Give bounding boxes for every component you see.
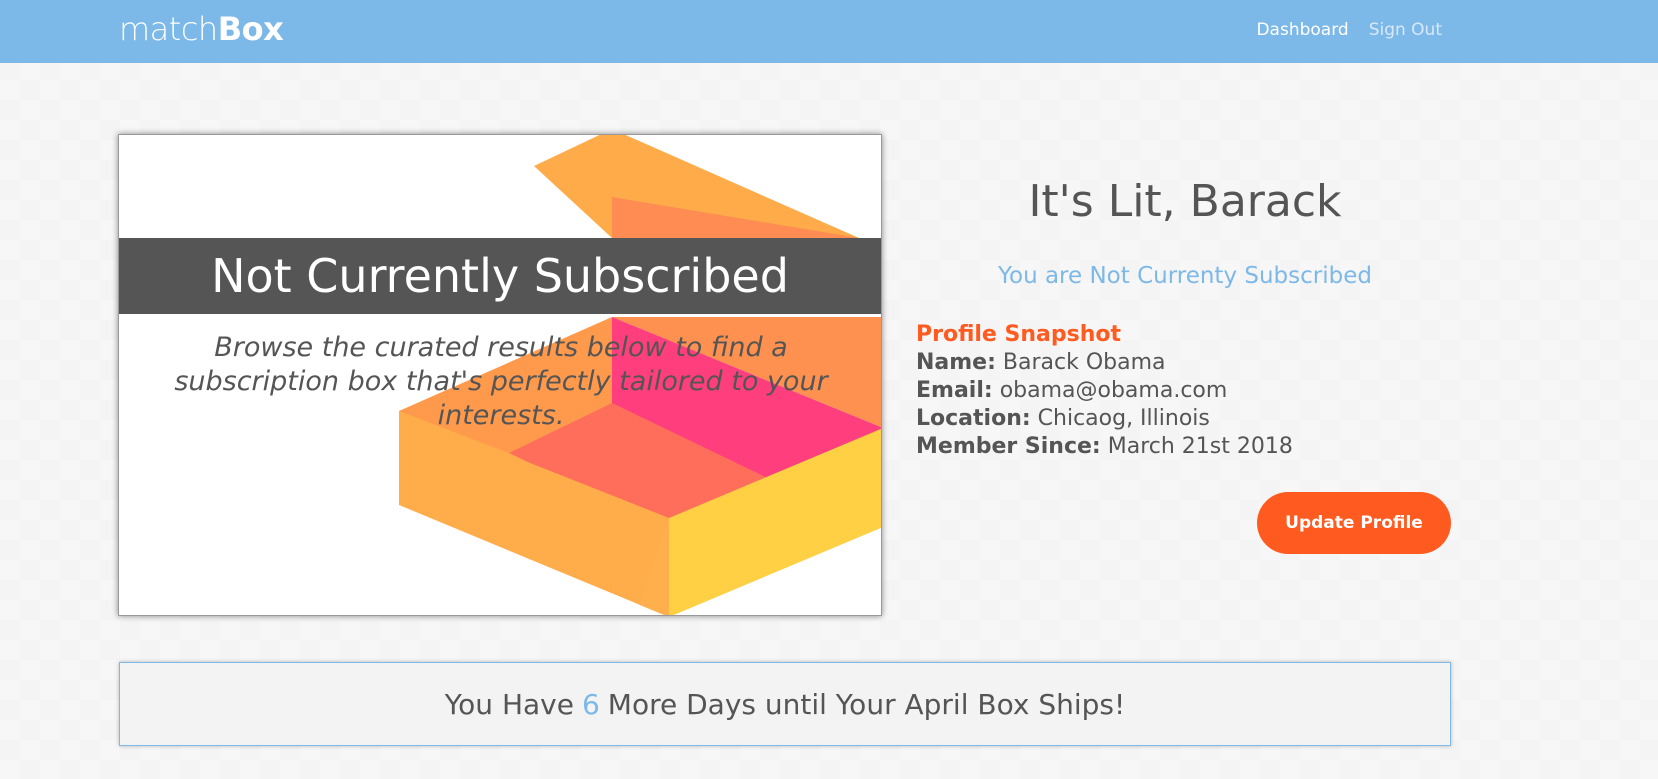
status-band-title: Not Currently Subscribed bbox=[211, 249, 789, 303]
profile-email-value: obama@obama.com bbox=[999, 378, 1228, 403]
brand-logo-bold: Box bbox=[217, 10, 284, 48]
status-band: Not Currently Subscribed bbox=[119, 238, 881, 314]
nav-sign-out-link[interactable]: Sign Out bbox=[1369, 20, 1442, 40]
profile-snapshot: Profile Snapshot Name: Barack Obama Emai… bbox=[916, 321, 1293, 461]
profile-snapshot-title: Profile Snapshot bbox=[916, 322, 1122, 347]
subscription-status-text: You are Not Currenty Subscribed bbox=[998, 263, 1372, 289]
nav-links: Dashboard Sign Out bbox=[1256, 20, 1442, 40]
profile-name-label: Name: bbox=[916, 350, 996, 375]
subscription-hero-card: Not Currently Subscribed Browse the cura… bbox=[118, 134, 882, 616]
profile-name-row: Name: Barack Obama bbox=[916, 349, 1293, 377]
countdown-prefix: You Have bbox=[444, 687, 574, 721]
brand-logo[interactable]: matchBox bbox=[119, 10, 284, 48]
profile-email-row: Email: obama@obama.com bbox=[916, 377, 1293, 405]
greeting-heading: It's Lit, Barack bbox=[1028, 176, 1342, 227]
profile-location-row: Location: Chicaog, Illinois bbox=[916, 405, 1293, 433]
profile-email-label: Email: bbox=[916, 378, 993, 403]
countdown-days: 6 bbox=[581, 687, 600, 721]
profile-location-value: Chicaog, Illinois bbox=[1037, 406, 1210, 431]
profile-location-label: Location: bbox=[916, 406, 1031, 431]
update-profile-button[interactable]: Update Profile bbox=[1257, 492, 1451, 554]
shipping-countdown-banner: You Have 6 More Days until Your April Bo… bbox=[119, 662, 1451, 746]
profile-member-label: Member Since: bbox=[916, 434, 1101, 459]
countdown-suffix: More Days until Your April Box Ships! bbox=[607, 687, 1126, 721]
navbar: matchBox Dashboard Sign Out bbox=[0, 0, 1658, 63]
profile-name-value: Barack Obama bbox=[1002, 350, 1166, 375]
profile-member-value: March 21st 2018 bbox=[1107, 434, 1293, 459]
nav-dashboard-link[interactable]: Dashboard bbox=[1256, 20, 1348, 40]
profile-member-row: Member Since: March 21st 2018 bbox=[916, 433, 1293, 461]
brand-logo-light: match bbox=[119, 10, 218, 48]
hero-subtitle: Browse the curated results below to find… bbox=[174, 332, 828, 431]
